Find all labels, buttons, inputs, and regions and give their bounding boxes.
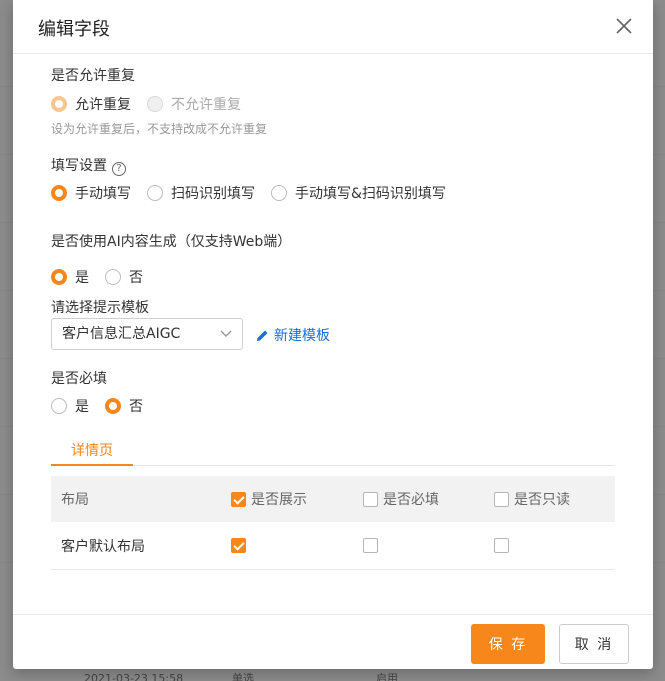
disallow-duplicate-radio: 不允许重复 (147, 94, 241, 114)
row-readonly-cell (494, 522, 514, 569)
radio-label: 扫码识别填写 (171, 186, 255, 202)
pencil-icon (257, 330, 268, 341)
radio-checked-icon (105, 398, 121, 414)
allow-duplicate-hint: 设为允许重复后，不支持改成不允许重复 (51, 122, 268, 136)
header-layout: 布局 (61, 492, 89, 508)
row-layout-name: 客户默认布局 (61, 538, 145, 555)
radio-unchecked-icon (105, 269, 121, 285)
header-required-label: 是否必填 (383, 492, 439, 508)
radio-label: 不允许重复 (171, 97, 241, 113)
template-label: 请选择提示模板 (51, 300, 149, 316)
ai-yes-radio[interactable]: 是 (51, 267, 89, 287)
radio-label: 手动填写 (75, 186, 131, 202)
radio-label: 否 (129, 270, 143, 286)
backdrop-row: 2021-03-23 15:58 单选 启用 (0, 668, 665, 681)
allow-duplicate-group: 允许重复 不允许重复 (51, 94, 257, 114)
fill-manual-radio[interactable]: 手动填写 (51, 183, 131, 203)
edit-field-dialog: 编辑字段 是否允许重复 允许重复 不允许重复 设为允许重复后，不支持改成不允许重… (13, 0, 653, 669)
radio-label: 手动填写&扫码识别填写 (295, 186, 446, 202)
show-all-checkbox[interactable] (231, 491, 246, 507)
save-button[interactable]: 保 存 (471, 624, 545, 664)
required-label: 是否必填 (51, 371, 107, 387)
allow-duplicate-radio: 允许重复 (51, 94, 131, 114)
table-header: 布局 是否展示 是否必填 是否只读 (51, 476, 615, 522)
required-yes-radio[interactable]: 是 (51, 396, 89, 416)
detail-tabs: 详情页 (51, 440, 615, 466)
question-circle-icon[interactable]: ? (112, 162, 126, 176)
close-icon[interactable] (615, 17, 633, 35)
radio-label: 允许重复 (75, 97, 131, 113)
fill-manual-and-scan-radio[interactable]: 手动填写&扫码识别填写 (271, 183, 446, 203)
radio-checked-icon (51, 96, 67, 112)
backdrop-status: 启用 (376, 672, 398, 681)
radio-label: 是 (75, 399, 89, 415)
backdrop-date: 2021-03-23 15:58 (84, 672, 184, 681)
header-show-label: 是否展示 (251, 492, 307, 508)
required-no-radio[interactable]: 否 (105, 396, 143, 416)
dialog-footer: 保 存 取 消 (13, 614, 653, 669)
fill-setting-label-text: 填写设置 (51, 158, 107, 174)
backdrop-type: 单选 (232, 672, 254, 681)
allow-duplicate-label: 是否允许重复 (51, 68, 135, 84)
row-required-cell (363, 522, 383, 569)
fill-setting-label: 填写设置? (51, 155, 126, 176)
radio-unchecked-icon (147, 96, 163, 112)
layout-table: 布局 是否展示 是否必填 是否只读 客户默认布局 (51, 476, 615, 570)
row-readonly-checkbox[interactable] (494, 538, 509, 553)
tab-detail-page[interactable]: 详情页 (51, 440, 133, 466)
radio-checked-icon (51, 185, 67, 201)
header-show: 是否展示 (231, 476, 307, 522)
table-row: 客户默认布局 (51, 522, 615, 570)
header-readonly-label: 是否只读 (514, 492, 570, 508)
dialog-header: 编辑字段 (13, 0, 653, 54)
ai-generation-group: 是 否 (51, 267, 159, 287)
radio-label: 是 (75, 270, 89, 286)
template-select[interactable]: 客户信息汇总AIGC (51, 318, 243, 350)
new-template-link[interactable]: 新建模板 (256, 325, 330, 345)
ai-no-radio[interactable]: 否 (105, 267, 143, 287)
required-all-checkbox[interactable] (363, 491, 378, 507)
chevron-down-icon (220, 330, 232, 337)
new-template-label: 新建模板 (274, 328, 330, 344)
fill-scan-radio[interactable]: 扫码识别填写 (147, 183, 255, 203)
row-show-checkbox[interactable] (231, 538, 246, 553)
cancel-button[interactable]: 取 消 (559, 624, 629, 664)
radio-unchecked-icon (147, 185, 163, 201)
radio-label: 否 (129, 399, 143, 415)
required-group: 是 否 (51, 396, 159, 416)
radio-unchecked-icon (271, 185, 287, 201)
ai-generation-label: 是否使用AI内容生成（仅支持Web端） (51, 234, 292, 250)
header-readonly: 是否只读 (494, 476, 570, 522)
fill-setting-group: 手动填写 扫码识别填写 手动填写&扫码识别填写 (51, 183, 462, 203)
dialog-title: 编辑字段 (38, 19, 110, 40)
row-show-cell (231, 522, 251, 569)
radio-checked-icon (51, 269, 67, 285)
header-required: 是否必填 (363, 476, 439, 522)
row-required-checkbox[interactable] (363, 538, 378, 553)
radio-unchecked-icon (51, 398, 67, 414)
template-select-value: 客户信息汇总AIGC (62, 326, 181, 342)
readonly-all-checkbox[interactable] (494, 491, 509, 507)
